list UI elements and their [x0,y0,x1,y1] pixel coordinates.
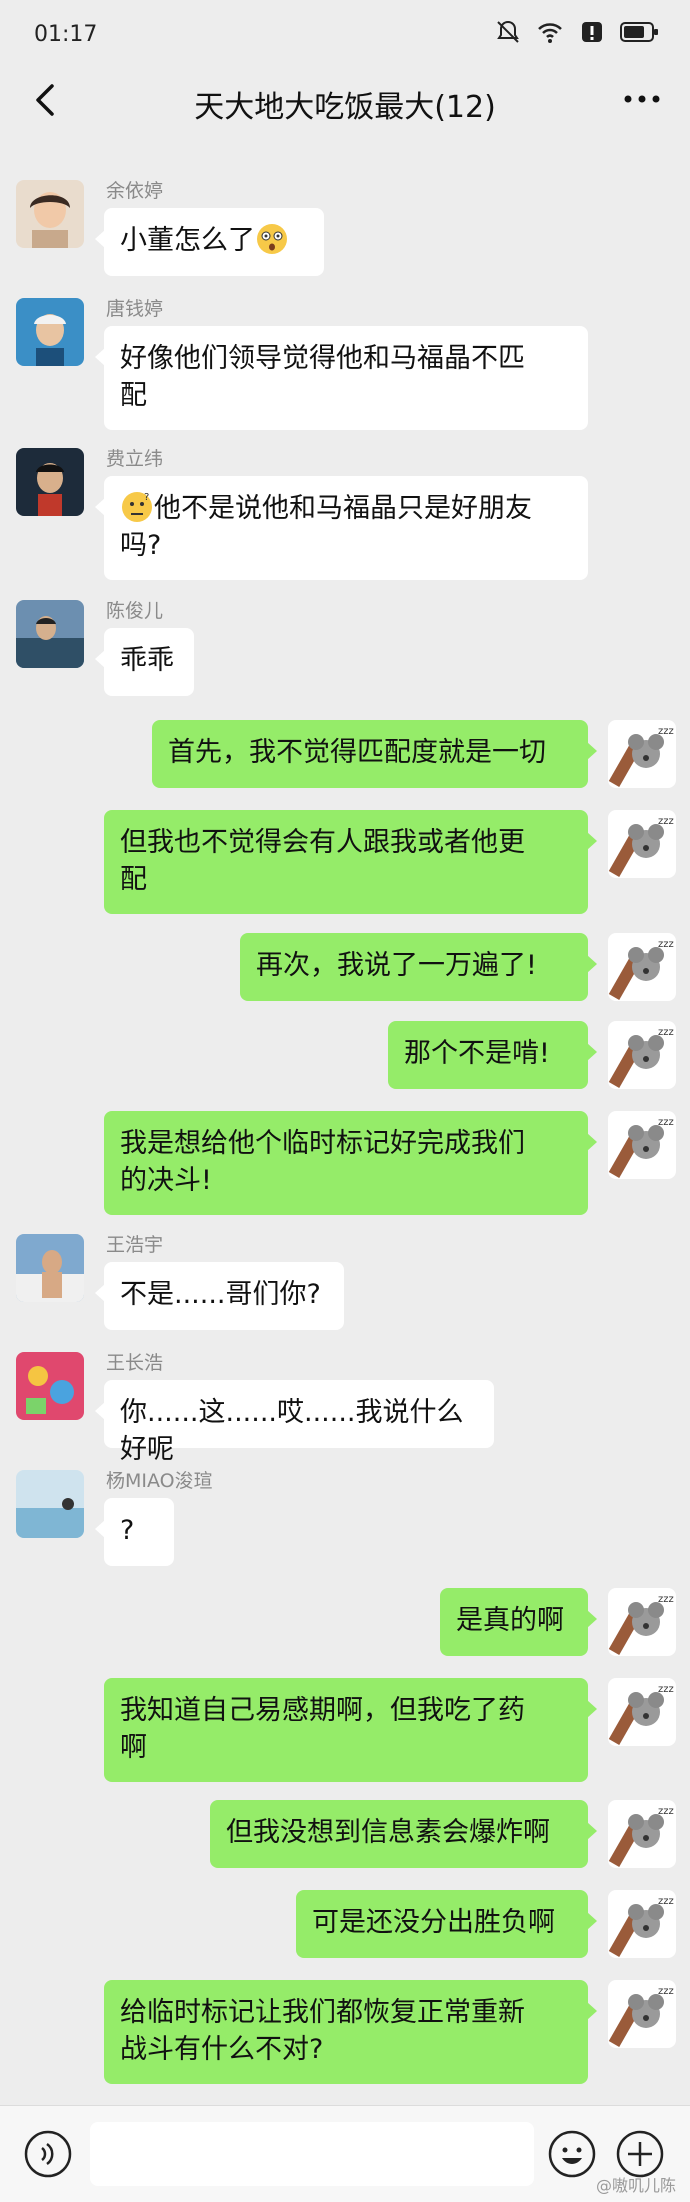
svg-text:zzz: zzz [658,1896,674,1907]
shocked-emoji [257,224,287,254]
message-line: 战斗有什么不对? [120,2034,324,2065]
message-text: 但我没想到信息素会爆炸啊 [226,1817,550,1848]
mute-icon [497,20,519,43]
chat-header: 天大地大吃饭最大(12) [0,68,690,134]
avatar[interactable] [16,298,84,366]
message-bubble[interactable]: 不是......哥们你? [95,1262,344,1330]
avatar[interactable]: zzz [608,1890,676,1958]
message-bubble[interactable]: 再次，我说了一万遍了! [240,933,597,1001]
voice-icon[interactable] [22,2128,74,2180]
svg-text:zzz: zzz [658,1806,674,1817]
message-line: 但我也不觉得会有人跟我或者他更 [120,827,525,858]
sender-name: 王浩宇 [106,1234,164,1256]
svg-text:zzz: zzz [658,1594,674,1605]
message-bubble[interactable]: 但我也不觉得会有人跟我或者他更 配 [104,810,597,914]
avatar[interactable] [16,1234,84,1302]
message-bubble[interactable]: 小董怎么了 [95,208,324,276]
message-text: 是真的啊 [456,1605,564,1636]
svg-text:zzz: zzz [658,726,674,737]
message-bubble[interactable]: ? 他不是说他和马福晶只是好朋友 吗? [95,476,588,580]
message-line: 我知道自己易感期啊，但我吃了药 [120,1695,525,1726]
emoji-icon[interactable] [546,2128,598,2180]
message-text: 你......这......哎......我说什么好呢 [120,1397,464,1465]
sender-name: 王长浩 [106,1352,164,1374]
avatar[interactable]: zzz [608,1980,676,2048]
status-bar: 01:17 [0,0,690,76]
message-bubble[interactable]: 我知道自己易感期啊，但我吃了药 啊 [104,1678,597,1782]
message-bubble[interactable]: 你......这......哎......我说什么好呢 [95,1380,494,1465]
more-dots-icon[interactable] [620,84,664,114]
message-bubble[interactable]: ? [95,1498,174,1566]
battery-icon [620,22,658,42]
message-line: 的决斗! [120,1165,212,1196]
message-bubble[interactable]: 首先，我不觉得匹配度就是一切 [152,720,597,788]
thinking-emoji: ? [122,492,152,522]
status-time: 01:17 [34,22,98,47]
message-line: 我是想给他个临时标记好完成我们 [120,1128,525,1159]
avatar[interactable]: zzz [608,1800,676,1868]
message-text: 可是还没分出胜负啊 [312,1907,555,1938]
sender-name: 余依婷 [106,180,164,202]
status-icons [494,18,660,46]
chat-title: 天大地大吃饭最大(12) [194,90,496,125]
avatar[interactable] [16,448,84,516]
message-bubble[interactable]: 那个不是啃! [388,1021,597,1089]
message-bubble[interactable]: 给临时标记让我们都恢复正常重新 战斗有什么不对? [104,1980,597,2084]
svg-text:zzz: zzz [658,816,674,827]
avatar[interactable]: zzz [608,720,676,788]
message-text: 首先，我不觉得匹配度就是一切 [168,737,546,768]
svg-text:zzz: zzz [658,1027,674,1038]
message-line: 配 [120,380,147,411]
sender-name: 唐钱婷 [106,298,164,320]
avatar[interactable]: zzz [608,810,676,878]
message-bubble[interactable]: 可是还没分出胜负啊 [296,1890,597,1958]
message-input[interactable] [90,2122,534,2186]
avatar[interactable]: zzz [608,1021,676,1089]
avatar[interactable] [16,600,84,668]
message-line: 给临时标记让我们都恢复正常重新 [120,1997,525,2028]
message-bubble[interactable]: 是真的啊 [440,1588,597,1656]
message-line: 吗? [120,530,162,561]
corner-watermark: @嗷叽儿陈 [595,2176,676,2195]
message-bubble[interactable]: 乖乖 [95,628,194,696]
message-line: 啊 [120,1732,147,1763]
message-line: 配 [120,864,147,895]
svg-text:?: ? [144,492,149,503]
avatar[interactable]: zzz [608,1111,676,1179]
avatar[interactable] [16,1352,84,1420]
message-bubble[interactable]: 我是想给他个临时标记好完成我们 的决斗! [104,1111,597,1215]
svg-text:zzz: zzz [658,939,674,950]
avatar[interactable]: zzz [608,933,676,1001]
sender-name: 费立纬 [106,448,164,470]
message-text: 那个不是啃! [404,1038,550,1069]
avatar[interactable] [16,1470,84,1538]
message-text: 再次，我说了一万遍了! [256,950,537,981]
avatar[interactable]: zzz [608,1588,676,1656]
svg-text:zzz: zzz [658,1986,674,1997]
message-text: ? [120,1515,135,1546]
message-text: 不是......哥们你? [120,1279,321,1310]
alert-icon [582,22,602,42]
wifi-icon [538,23,562,43]
message-line: 他不是说他和马福晶只是好朋友 [154,493,532,524]
input-bar: @嗷叽儿陈 [0,2105,690,2202]
avatar[interactable] [16,180,84,248]
message-text: 小董怎么了 [120,225,255,256]
message-bubble[interactable]: 好像他们领导觉得他和马福晶不匹 配 [95,326,588,430]
sender-name: 陈俊儿 [106,600,164,622]
svg-text:zzz: zzz [658,1117,674,1128]
message-bubble[interactable]: 但我没想到信息素会爆炸啊 [210,1800,597,1868]
message-text: 乖乖 [120,645,174,676]
avatar[interactable]: zzz [608,1678,676,1746]
message-line: 好像他们领导觉得他和马福晶不匹 [120,343,525,374]
sender-name: 杨MIAO浚瑄 [106,1470,213,1492]
svg-text:zzz: zzz [658,1684,674,1695]
